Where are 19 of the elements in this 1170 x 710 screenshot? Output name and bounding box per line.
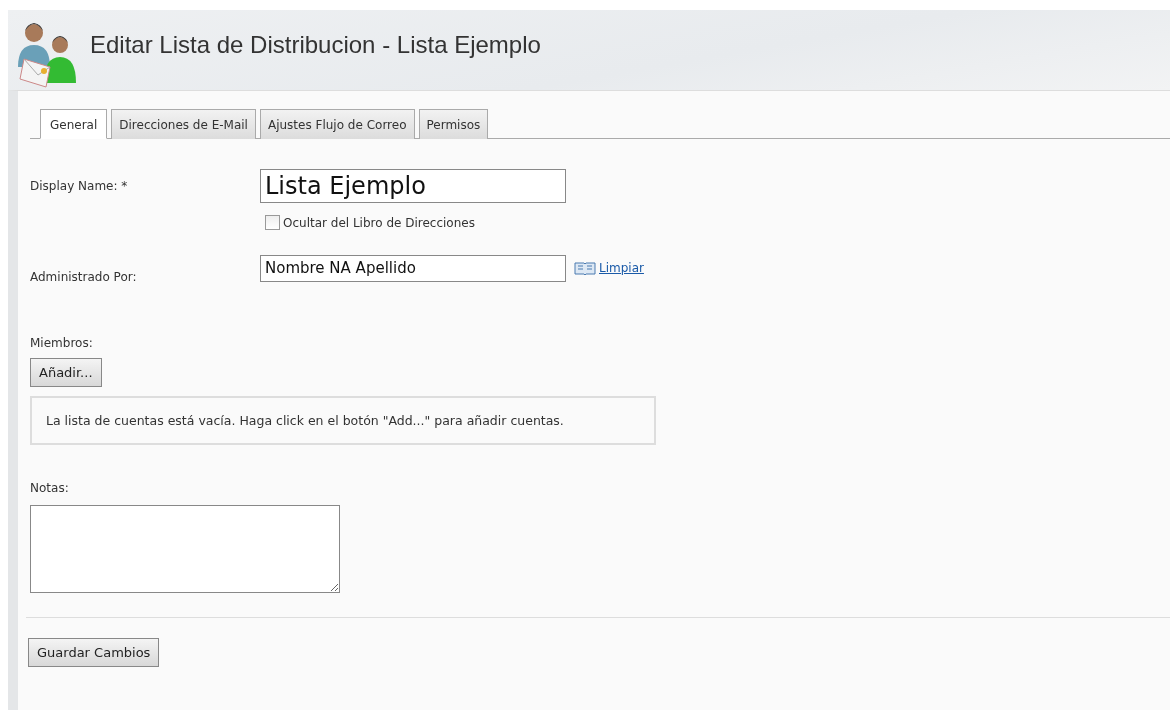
tab[interactable]: Ajustes Flujo de Correo <box>259 109 415 139</box>
field-label: Administrado Por: <box>30 269 138 284</box>
display-name-field[interactable]: Lista Ejemplo <box>260 169 566 203</box>
page-title: Editar Lista de Distribucion - Lista Ejemplo <box>90 31 541 59</box>
managed-by-field[interactable]: Nombre NA Apellido <box>260 254 566 282</box>
address-book-icon[interactable] <box>574 261 596 275</box>
checkbox-label: Ocultar del Libro de Direcciones <box>283 215 475 230</box>
members-label: Miembros: <box>30 336 94 350</box>
checkbox[interactable] <box>265 215 280 230</box>
notes-label: Notas: <box>30 481 70 495</box>
empty-message: La lista de cuentas está vacía. Haga click en el botón "Add..." para añadir cuentas. <box>46 413 564 428</box>
save-button[interactable]: Guardar Cambios <box>28 638 160 667</box>
clear-link[interactable]: Limpiar <box>599 261 644 275</box>
tab[interactable]: Direcciones de E-Mail <box>111 109 256 139</box>
add-button[interactable]: Añadir... <box>30 358 102 387</box>
field-label: Display Name: * <box>30 179 129 193</box>
tab[interactable]: Permisos <box>418 109 489 139</box>
notes-field[interactable] <box>30 505 340 593</box>
tab[interactable]: General <box>40 109 108 139</box>
